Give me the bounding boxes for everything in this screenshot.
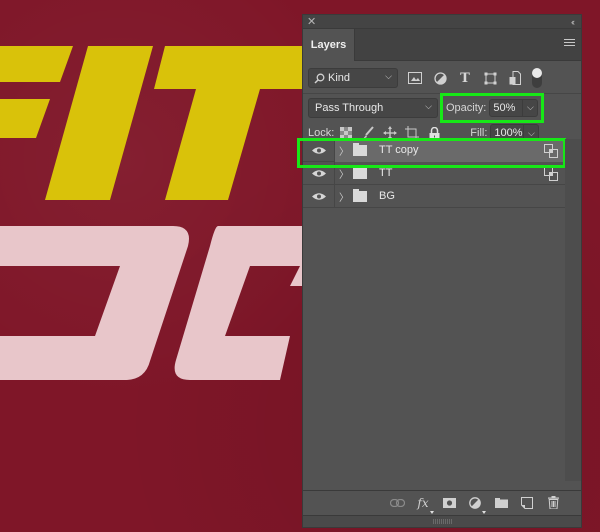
eye-icon (311, 169, 326, 177)
folder-icon (353, 142, 367, 156)
tab-layers[interactable]: Layers (303, 29, 355, 61)
panel-bottom-toolbar: fx (303, 490, 581, 514)
layer-row[interactable]: 〉 TT copy (303, 138, 566, 162)
resize-grip-icon[interactable] (433, 519, 453, 524)
panel-tabbar: Layers (303, 29, 581, 61)
expand-chevron-icon[interactable]: 〉 (339, 143, 349, 158)
adjustment-layer-icon[interactable] (467, 495, 486, 514)
new-group-icon[interactable] (493, 495, 509, 511)
expand-chevron-icon[interactable]: 〉 (339, 189, 349, 204)
kind-filter-select[interactable]: Kind ⌵ (308, 68, 398, 88)
opacity-input[interactable]: 50% (489, 98, 524, 117)
image-filter-icon[interactable] (407, 70, 423, 86)
link-icon (544, 143, 558, 158)
layer-name: BG (379, 190, 395, 202)
delete-icon[interactable] (545, 495, 561, 511)
panel-resize-strip[interactable] (303, 515, 581, 527)
chevron-down-icon: ⌵ (385, 71, 392, 81)
filter-row: Kind ⌵ T (303, 65, 581, 91)
layer-name: TT (379, 167, 393, 179)
link-icon (544, 166, 558, 181)
type-filter-icon[interactable]: T (457, 70, 473, 86)
filter-toggle[interactable] (532, 68, 542, 88)
expand-chevron-icon[interactable]: 〉 (339, 166, 349, 181)
visibility-toggle[interactable] (303, 184, 335, 208)
visibility-toggle[interactable] (303, 138, 335, 162)
blend-mode-select[interactable]: Pass Through ⌵ (308, 97, 438, 118)
search-icon (314, 73, 325, 84)
lock-label: Lock: (308, 127, 335, 139)
eye-icon (311, 192, 326, 200)
add-mask-icon[interactable] (441, 495, 457, 511)
layers-scrollbar[interactable] (565, 139, 581, 481)
fill-label: Fill: (470, 127, 488, 139)
blend-row: Pass Through ⌵ Opacity: 50% ⌵ (303, 92, 581, 123)
smart-object-filter-icon[interactable] (507, 70, 523, 86)
adjustment-filter-icon[interactable] (432, 70, 448, 86)
blend-mode-value: Pass Through (315, 101, 384, 114)
folder-icon (353, 188, 367, 202)
eye-icon (311, 146, 326, 154)
layer-name: TT copy (379, 144, 419, 156)
folder-icon (353, 165, 367, 179)
kind-label: Kind (328, 72, 351, 84)
layers-panel: ✕ ‹‹ Layers Kind ⌵ T Pass Through ⌵ Opac… (297, 14, 582, 528)
panel-titlebar[interactable]: ✕ ‹‹ (303, 15, 581, 29)
shape-filter-icon[interactable] (482, 70, 498, 86)
visibility-toggle[interactable] (303, 161, 335, 185)
new-layer-icon[interactable] (519, 495, 535, 511)
opacity-dropdown-button[interactable]: ⌵ (523, 98, 539, 117)
layers-list: 〉 TT copy 〉 TT 〉 BG (303, 138, 566, 208)
fx-icon[interactable]: fx (415, 495, 434, 514)
opacity-label: Opacity: (446, 101, 487, 114)
opacity-control: Opacity: 50% ⌵ (439, 92, 545, 123)
layer-row[interactable]: 〉 TT (303, 161, 566, 185)
layer-row[interactable]: 〉 BG (303, 184, 566, 208)
close-icon[interactable]: ✕ (307, 15, 316, 29)
hamburger-menu-icon[interactable] (564, 39, 575, 48)
chevron-down-icon: ⌵ (425, 100, 432, 111)
link-layers-icon[interactable] (389, 495, 405, 511)
double-chevron-left-icon[interactable]: ‹‹ (571, 15, 575, 29)
